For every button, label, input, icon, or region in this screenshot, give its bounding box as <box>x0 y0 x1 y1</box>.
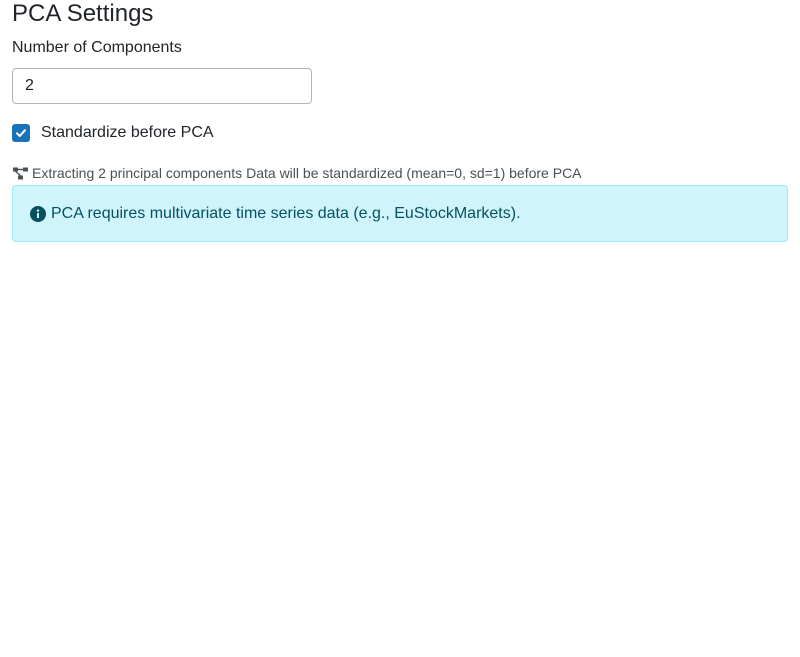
pca-settings-panel: PCA Settings Number of Components Standa… <box>0 0 800 242</box>
standardize-checkbox-row[interactable]: Standardize before PCA <box>12 123 788 143</box>
summary-components-text: Extracting 2 principal components <box>32 165 243 181</box>
info-circle-icon <box>30 205 46 222</box>
summary-standardize-text: Data will be standardized (mean=0, sd=1)… <box>246 165 582 181</box>
components-input[interactable] <box>12 68 312 104</box>
project-diagram-icon <box>12 166 28 180</box>
components-label: Number of Components <box>12 39 182 56</box>
page-title: PCA Settings <box>12 0 154 27</box>
alert-text: PCA requires multivariate time series da… <box>51 204 521 222</box>
pca-summary: Extracting 2 principal components Data w… <box>12 165 788 181</box>
standardize-label: Standardize before PCA <box>41 124 214 141</box>
standardize-checkbox[interactable] <box>12 124 30 142</box>
info-alert: PCA requires multivariate time series da… <box>12 185 788 242</box>
checkmark-icon <box>16 129 26 137</box>
